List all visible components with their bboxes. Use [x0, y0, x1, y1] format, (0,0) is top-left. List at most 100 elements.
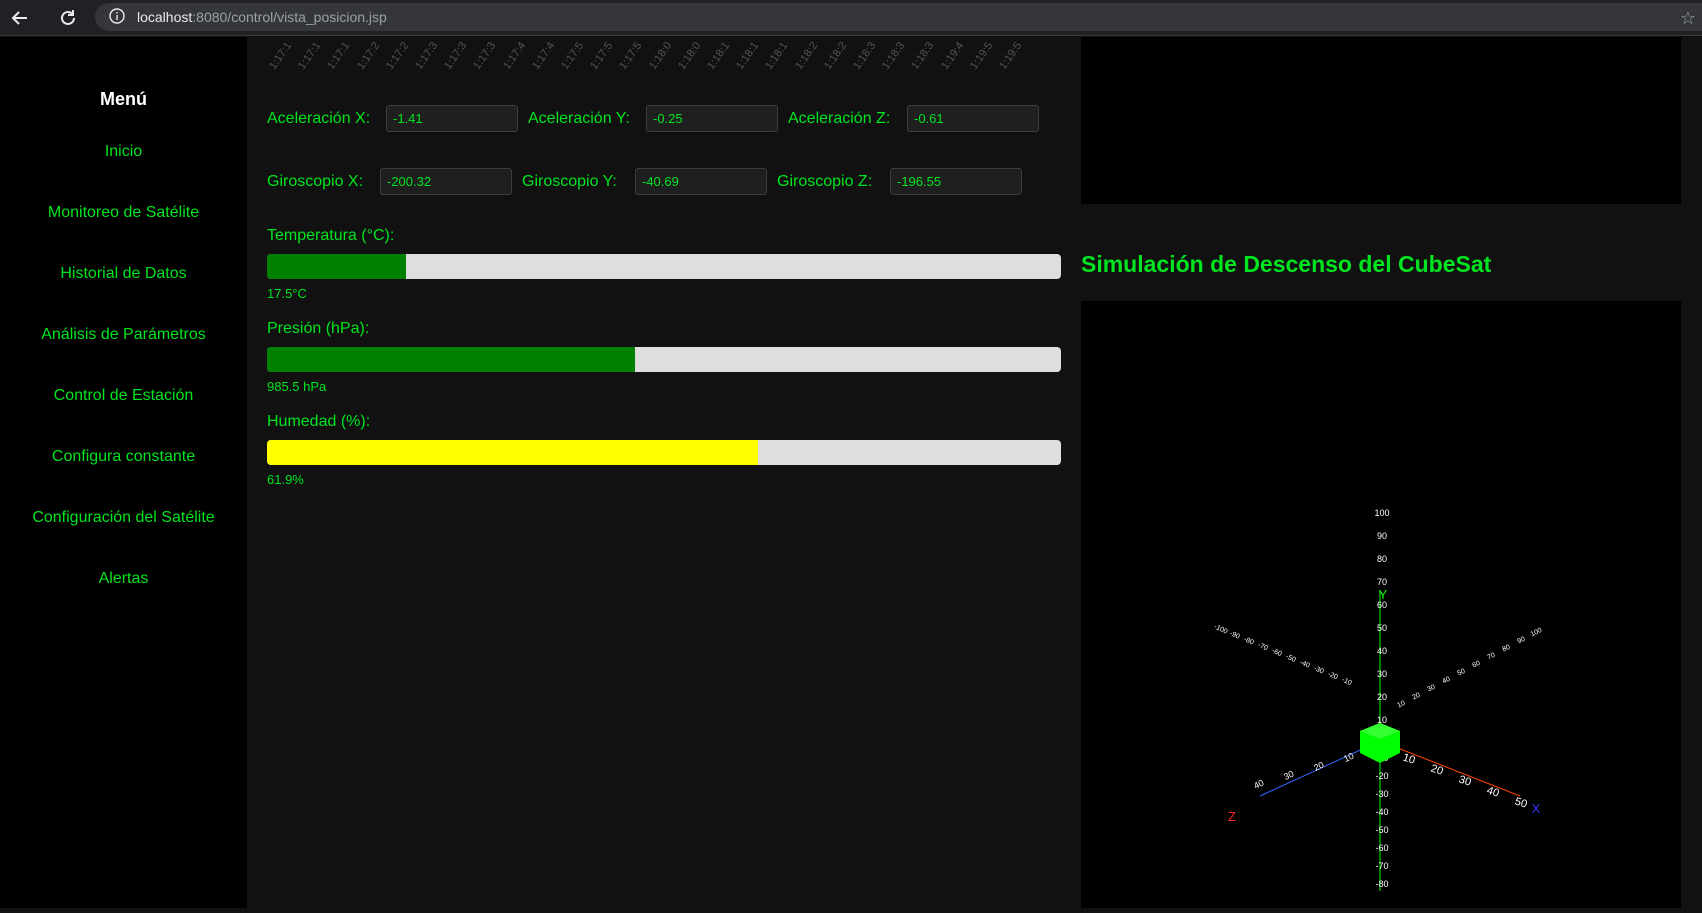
accel-y-field[interactable]: [646, 105, 778, 132]
top-canvas-area: [1081, 37, 1681, 204]
pressure-bar: [267, 347, 1061, 372]
time-tick-label: 1:18:3: [851, 39, 879, 72]
back-left-tick-label: -90: [1229, 630, 1241, 641]
time-tick-label: 1:18:1: [763, 39, 791, 72]
sidebar: Menú Inicio Monitoreo de Satélite Histor…: [0, 37, 247, 908]
sidebar-item-historial[interactable]: Historial de Datos: [0, 265, 247, 283]
time-tick-label: 1:17:1: [296, 39, 324, 72]
y-axis-tick-label: 90: [1377, 531, 1387, 541]
accel-z-field[interactable]: [907, 105, 1039, 132]
accel-z-label: Aceleración Z:: [788, 110, 891, 127]
time-tick-label: 1:18:3: [909, 39, 937, 72]
back-left-tick-label: -50: [1285, 653, 1297, 664]
simulation-3d-canvas[interactable]: 100908070605040302010-10-20-30-40-50-60-…: [1081, 301, 1681, 908]
gyro-x-label: Giroscopio X:: [267, 173, 364, 190]
time-tick-label: 1:18:0: [646, 39, 674, 72]
time-tick-label: 1:17:3: [442, 39, 470, 72]
gyro-y-label: Giroscopio Y:: [522, 173, 617, 190]
x-axis-tick-label: 50: [1513, 796, 1528, 811]
back-arrow-icon[interactable]: [6, 4, 34, 32]
gyro-y-field[interactable]: [635, 168, 767, 195]
pressure-label: Presión (hPa):: [267, 320, 370, 337]
temperature-label: Temperatura (°C):: [267, 227, 395, 244]
y-axis-tick-label: 70: [1377, 577, 1387, 587]
back-right-tick-label: 70: [1486, 652, 1496, 662]
x-axis-label: X: [1532, 801, 1541, 816]
reload-icon[interactable]: [54, 4, 82, 32]
time-tick-label: 1:17:3: [471, 39, 499, 72]
menu-title: Menú: [100, 89, 147, 109]
y-axis-tick-label: 10: [1377, 715, 1387, 725]
time-tick-label: 1:17:5: [617, 39, 645, 72]
y-axis-tick-label: -70: [1375, 861, 1388, 871]
time-tick-label: 1:17:5: [559, 39, 587, 72]
time-tick-label: 1:17:2: [383, 39, 412, 72]
y-axis-tick-label: 40: [1377, 646, 1387, 656]
time-tick-label: 1:18:1: [734, 39, 762, 72]
time-tick-label: 1:17:4: [529, 39, 558, 72]
time-tick-label: 1:18:2: [821, 39, 850, 72]
sidebar-item-alertas[interactable]: Alertas: [0, 570, 247, 588]
info-icon[interactable]: [109, 7, 125, 27]
back-left-tick-label: -30: [1313, 665, 1325, 676]
back-right-tick-label: 60: [1471, 660, 1481, 670]
humidity-bar-fill: [267, 440, 759, 465]
sidebar-item-configuracion-satelite[interactable]: Configuración del Satélite: [0, 509, 247, 527]
back-left-tick-label: -10: [1341, 677, 1353, 688]
y-axis-tick-label: 20: [1377, 692, 1387, 702]
humidity-label: Humedad (%):: [267, 413, 371, 430]
sidebar-item-configura-constante[interactable]: Configura constante: [0, 448, 247, 466]
time-tick-label: 1:17:5: [588, 39, 616, 72]
url-path: :8080/control/vista_posicion.jsp: [192, 9, 387, 25]
gyro-z-label: Giroscopio Z:: [777, 173, 873, 190]
y-axis-label: Y: [1379, 587, 1388, 602]
back-right-tick-label: 100: [1530, 627, 1544, 638]
z-axis-tick-label: 30: [1282, 769, 1295, 782]
temperature-value: 17.5°C: [267, 286, 307, 301]
time-tick-label: 1:17:3: [413, 39, 441, 72]
back-left-tick-label: -70: [1257, 642, 1269, 653]
x-axis-tick-label: 30: [1457, 774, 1472, 789]
time-tick-label: 1:17:2: [354, 39, 382, 72]
time-tick-label: 1:18:3: [880, 39, 908, 72]
bookmark-star-icon[interactable]: ☆: [1680, 8, 1696, 29]
y-axis-tick-label: -40: [1375, 807, 1388, 817]
time-tick-label: 1:19:5: [967, 39, 996, 72]
humidity-value: 61.9%: [267, 472, 304, 487]
gyro-x-field[interactable]: [380, 168, 512, 195]
time-tick-label: 1:17:1: [325, 39, 353, 72]
sidebar-item-monitoreo[interactable]: Monitoreo de Satélite: [0, 204, 247, 222]
time-tick-label: 1:17:1: [267, 39, 295, 72]
y-axis-tick-label: 50: [1377, 623, 1387, 633]
x-axis-tick-label: 40: [1485, 785, 1500, 800]
time-tick-label: 1:19:4: [938, 39, 966, 72]
y-axis-tick-label: 30: [1377, 669, 1387, 679]
sidebar-item-inicio[interactable]: Inicio: [0, 143, 247, 161]
temperature-bar-fill: [267, 254, 406, 279]
back-left-tick-label: -60: [1271, 648, 1283, 659]
sidebar-item-control-estacion[interactable]: Control de Estación: [0, 387, 247, 405]
back-left-tick-label: -40: [1299, 659, 1311, 670]
simulation-3d-scene[interactable]: 100908070605040302010-10-20-30-40-50-60-…: [1081, 301, 1681, 908]
temperature-bar: [267, 254, 1061, 279]
y-axis-tick-label: -80: [1375, 879, 1388, 889]
simulation-title: Simulación de Descenso del CubeSat: [1081, 251, 1492, 277]
back-right-tick-label: 50: [1456, 668, 1466, 678]
pressure-bar-fill: [267, 347, 636, 372]
sidebar-item-analisis[interactable]: Análisis de Parámetros: [0, 326, 247, 344]
humidity-bar: [267, 440, 1061, 465]
main-panel: 1:17:1 1:17:1 1:17:1 1:17:2 1:17:2 1:17:3 1:17…: [247, 37, 1081, 908]
y-axis-tick-label: 100: [1374, 508, 1389, 518]
back-left-tick-label: -20: [1327, 671, 1339, 682]
address-bar[interactable]: localhost:8080/control/vista_posicion.js…: [95, 3, 1702, 31]
back-right-tick-label: 10: [1396, 700, 1406, 710]
time-tick-label: 1:18:1: [705, 39, 733, 72]
accel-x-label: Aceleración X:: [267, 110, 371, 127]
back-left-tick-label: -80: [1243, 636, 1255, 647]
z-axis-tick-label: 10: [1342, 751, 1355, 764]
accel-x-field[interactable]: [386, 105, 518, 132]
time-axis-ticks: 1:17:1 1:17:1 1:17:1 1:17:2 1:17:2 1:17:3 1:17…: [267, 37, 1067, 77]
z-axis-label: Z: [1228, 809, 1236, 824]
back-right-tick-label: 80: [1501, 644, 1511, 654]
gyro-z-field[interactable]: [890, 168, 1022, 195]
